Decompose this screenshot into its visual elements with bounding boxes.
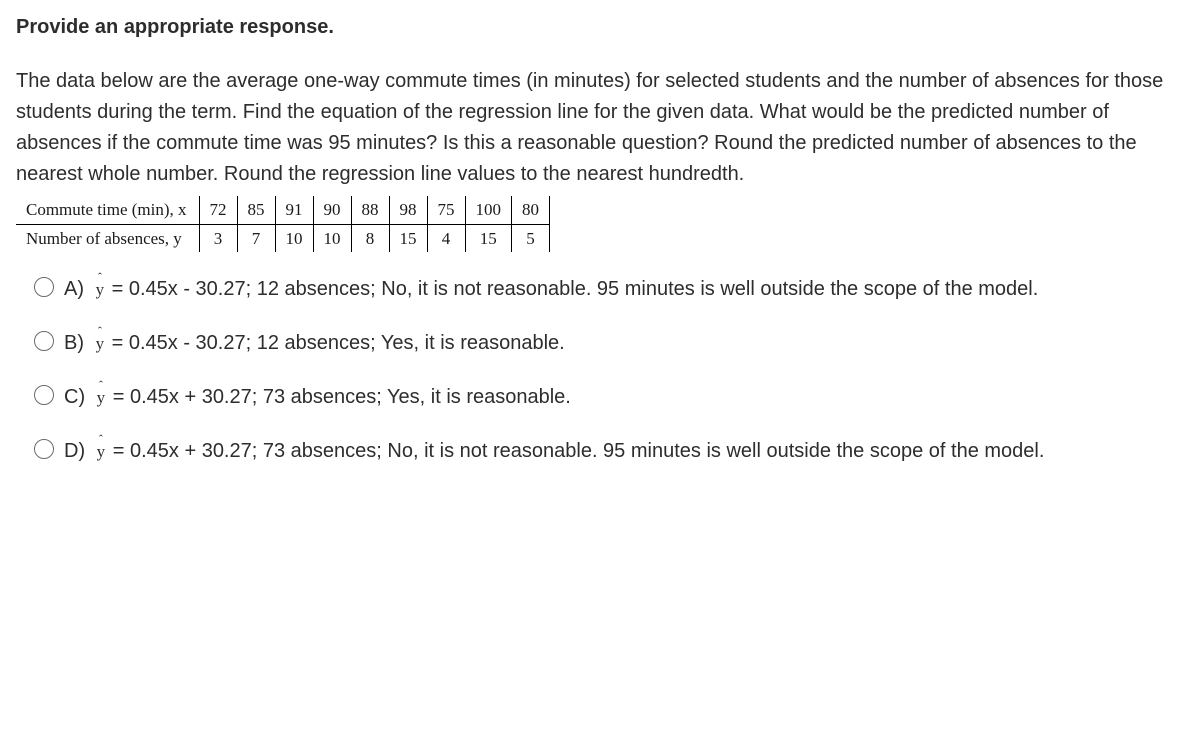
data-table: Commute time (min), x 72 85 91 90 88 98 … — [16, 196, 550, 252]
table-cell: 10 — [275, 224, 313, 252]
yhat-symbol: ˆy — [96, 277, 105, 303]
table-cell: 91 — [275, 196, 313, 224]
option-letter: B) — [64, 332, 84, 354]
table-cell: 72 — [199, 196, 237, 224]
option-a[interactable]: A) ˆy = 0.45x - 30.27; 12 absences; No, … — [34, 274, 1184, 304]
yhat-symbol: ˆy — [97, 385, 106, 411]
option-body: = 0.45x - 30.27; 12 absences; No, it is … — [112, 278, 1039, 300]
option-letter: C) — [64, 386, 85, 408]
radio-icon[interactable] — [34, 277, 54, 297]
option-letter: D) — [64, 440, 85, 462]
option-body: = 0.45x + 30.27; 73 absences; No, it is … — [113, 440, 1045, 462]
radio-icon[interactable] — [34, 385, 54, 405]
heading: Provide an appropriate response. — [16, 12, 1184, 42]
radio-icon[interactable] — [34, 439, 54, 459]
option-body: = 0.45x + 30.27; 73 absences; Yes, it is… — [113, 386, 571, 408]
option-text: B) ˆy = 0.45x - 30.27; 12 absences; Yes,… — [64, 328, 565, 358]
option-c[interactable]: C) ˆy = 0.45x + 30.27; 73 absences; Yes,… — [34, 382, 1184, 412]
yhat-symbol: ˆy — [97, 439, 106, 465]
table-cell: 7 — [237, 224, 275, 252]
table-row: Commute time (min), x 72 85 91 90 88 98 … — [16, 196, 550, 224]
table-cell: 10 — [313, 224, 351, 252]
option-letter: A) — [64, 278, 84, 300]
table-cell: 15 — [389, 224, 427, 252]
option-body: = 0.45x - 30.27; 12 absences; Yes, it is… — [112, 332, 565, 354]
option-b[interactable]: B) ˆy = 0.45x - 30.27; 12 absences; Yes,… — [34, 328, 1184, 358]
yhat-symbol: ˆy — [96, 331, 105, 357]
options-group: A) ˆy = 0.45x - 30.27; 12 absences; No, … — [34, 274, 1184, 466]
radio-icon[interactable] — [34, 331, 54, 351]
table-cell: 15 — [465, 224, 512, 252]
option-text: A) ˆy = 0.45x - 30.27; 12 absences; No, … — [64, 274, 1038, 304]
table-cell: 75 — [427, 196, 465, 224]
table-cell: 3 — [199, 224, 237, 252]
row-label-x: Commute time (min), x — [16, 196, 199, 224]
table-cell: 85 — [237, 196, 275, 224]
row-label-y: Number of absences, y — [16, 224, 199, 252]
table-cell: 90 — [313, 196, 351, 224]
table-cell: 80 — [512, 196, 550, 224]
table-cell: 88 — [351, 196, 389, 224]
table-row: Number of absences, y 3 7 10 10 8 15 4 1… — [16, 224, 550, 252]
table-cell: 100 — [465, 196, 512, 224]
table-cell: 98 — [389, 196, 427, 224]
table-cell: 5 — [512, 224, 550, 252]
option-text: D) ˆy = 0.45x + 30.27; 73 absences; No, … — [64, 436, 1044, 466]
option-d[interactable]: D) ˆy = 0.45x + 30.27; 73 absences; No, … — [34, 436, 1184, 466]
option-text: C) ˆy = 0.45x + 30.27; 73 absences; Yes,… — [64, 382, 571, 412]
table-cell: 4 — [427, 224, 465, 252]
question-text: The data below are the average one-way c… — [16, 66, 1184, 190]
table-cell: 8 — [351, 224, 389, 252]
